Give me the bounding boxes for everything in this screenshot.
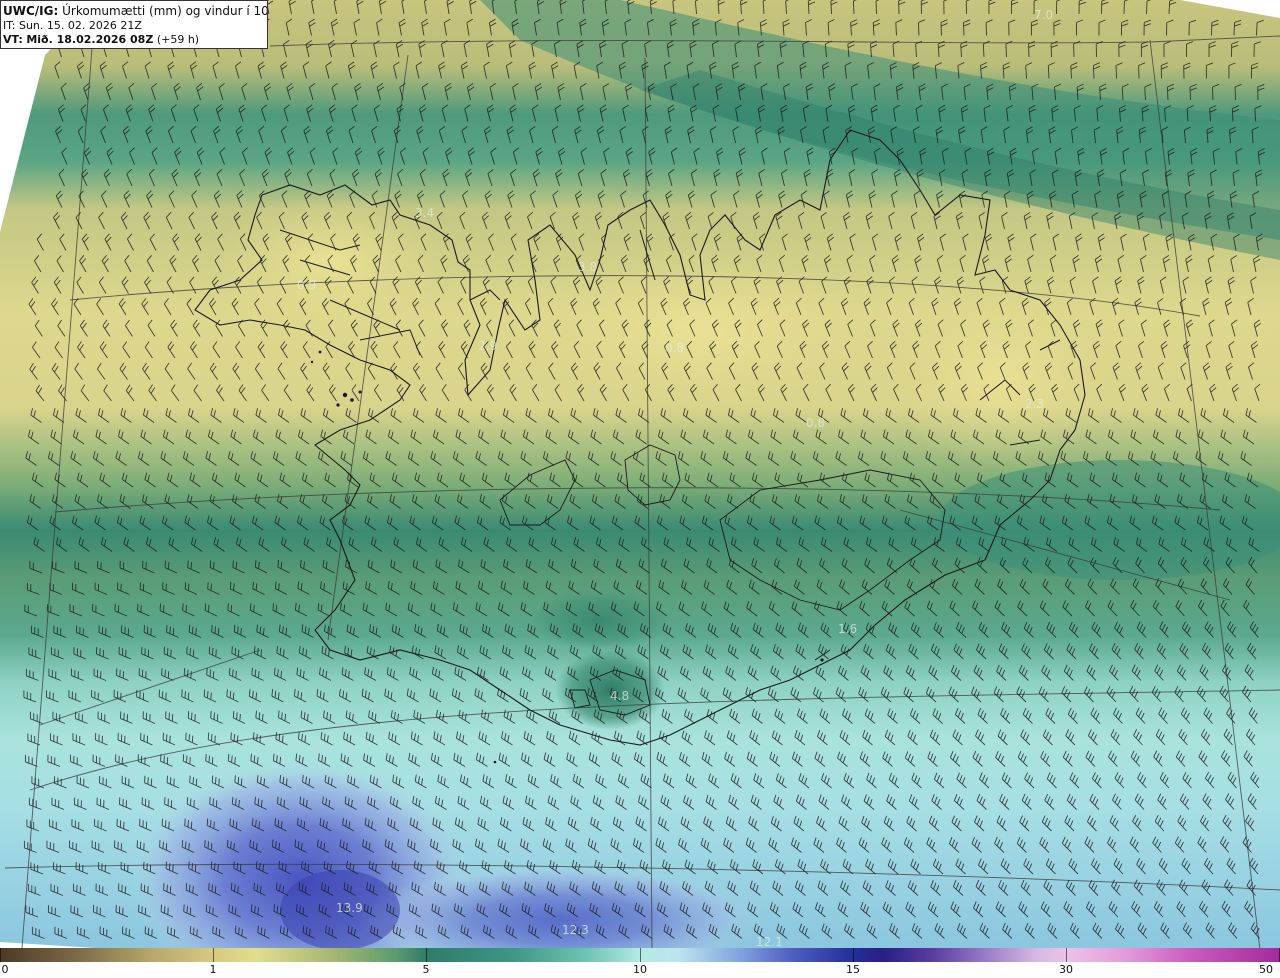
- field-value: 13.9: [336, 901, 363, 915]
- field-value: 2.9: [478, 339, 497, 353]
- lead-time: (+59 h): [156, 33, 200, 46]
- field-value: 12.1: [756, 935, 783, 948]
- colorbar-tick-label: 1: [209, 963, 217, 976]
- parameter-description: Úrkomumætti (mm) og vindur í 100m hæð: [62, 4, 268, 18]
- field-value: 1.6: [838, 622, 857, 636]
- field-value: 0.9: [297, 278, 316, 292]
- map-viewer: 7.0 3.4 0.9 3.8 0.8 2.9 0.8 2.3 1.6 4.8 …: [0, 0, 1280, 978]
- valid-time: Mið. 18.02.2026 08Z: [26, 33, 154, 46]
- field-value: 7.0: [1034, 8, 1053, 22]
- field-value: 3.4: [415, 206, 434, 220]
- colorbar-tick-label: 15: [846, 963, 860, 976]
- field-value: 2.3: [1025, 397, 1044, 411]
- colorbar-tick-label: 50: [1259, 963, 1273, 976]
- field-value: 4.8: [610, 689, 629, 703]
- field-value: 3.8: [578, 260, 597, 274]
- colorbar-tick-label: 30: [1059, 963, 1073, 976]
- colorbar-tick-label: 10: [633, 963, 647, 976]
- valid-prefix: VT:: [3, 33, 23, 46]
- colorbar-tick-label: 5: [422, 963, 430, 976]
- init-time: IT: Sun. 15. 02. 2026 21Z: [3, 18, 142, 32]
- colorbar: 0 1 5 10 15 30 50: [0, 948, 1280, 978]
- field-value: 0.8: [806, 416, 825, 430]
- field-value: 12.3: [562, 923, 589, 937]
- colorbar-tick-label: 0: [1, 963, 9, 976]
- precipitation-map: 7.0 3.4 0.9 3.8 0.8 2.9 0.8 2.3 1.6 4.8 …: [0, 0, 1280, 948]
- product-code: UWC/IG:: [3, 4, 59, 18]
- map-header: UWC/IG: Úrkomumætti (mm) og vindur í 100…: [0, 0, 268, 49]
- field-value: 0.8: [665, 341, 684, 355]
